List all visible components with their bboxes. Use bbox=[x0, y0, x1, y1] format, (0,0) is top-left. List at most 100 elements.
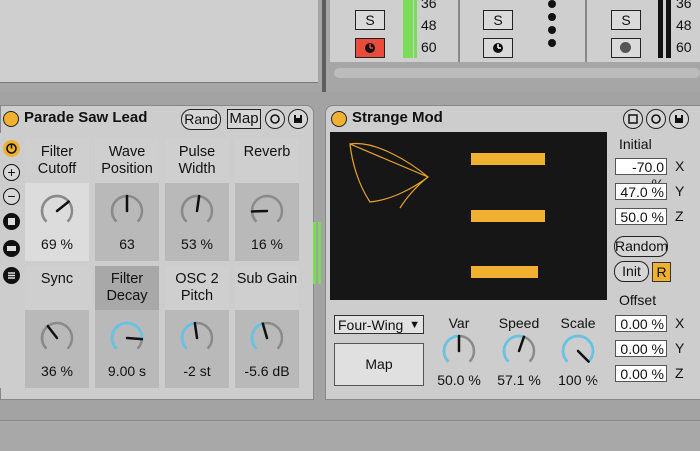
attractor-select-value: Four-Wing bbox=[338, 317, 403, 333]
macro-value: -2 st bbox=[165, 363, 229, 379]
initial-value-field[interactable]: -70.0 % bbox=[615, 158, 667, 175]
initial-label: Initial bbox=[619, 136, 652, 152]
macro-knob[interactable] bbox=[107, 191, 147, 231]
mod-knob-label: Var bbox=[437, 315, 481, 331]
macro-cell: OSC 2 Pitch -2 st bbox=[165, 266, 229, 388]
dot-meter bbox=[548, 0, 556, 52]
initial-value-field[interactable]: 47.0 % bbox=[615, 183, 667, 200]
rack-meter bbox=[313, 222, 316, 284]
stop-button[interactable] bbox=[611, 38, 641, 58]
meter-tick-label: 48 bbox=[421, 14, 437, 36]
solo-button[interactable]: S bbox=[611, 10, 641, 30]
record-arm-button[interactable] bbox=[355, 38, 385, 58]
device-list-button[interactable] bbox=[3, 267, 20, 284]
variations-button[interactable] bbox=[265, 109, 285, 129]
save-icon bbox=[670, 110, 688, 128]
mixer-scrollbar[interactable] bbox=[334, 68, 700, 78]
hotswap-button[interactable] bbox=[623, 109, 643, 129]
meter-tick-label: 60 bbox=[421, 36, 437, 58]
macro-value: 53 % bbox=[165, 236, 229, 252]
offset-value-field[interactable]: 0.00 % bbox=[615, 340, 667, 357]
macro-cell: Filter Cutoff69 % bbox=[25, 139, 89, 261]
macro-label: Wave Position bbox=[95, 139, 159, 183]
macro-cell: Filter Decay9.00 s bbox=[95, 266, 159, 388]
macro-label: OSC 2 Pitch bbox=[165, 266, 229, 310]
volume-meter-dark-2 bbox=[666, 0, 671, 58]
mod-map-button[interactable]: Map bbox=[334, 343, 424, 386]
rand-button[interactable]: Rand bbox=[181, 109, 221, 130]
remove-macro-button[interactable]: − bbox=[3, 188, 20, 205]
mixer-divider bbox=[322, 0, 326, 92]
mod-output-bar bbox=[471, 266, 538, 278]
volume-meter bbox=[403, 0, 413, 58]
mixer-left-panel bbox=[0, 0, 318, 83]
rack-power-button[interactable] bbox=[3, 111, 19, 127]
macro-label: Sync bbox=[25, 266, 89, 310]
axis-label: Z bbox=[675, 365, 684, 381]
bottom-bar bbox=[0, 420, 700, 451]
track-separator bbox=[585, 0, 587, 62]
map-button[interactable]: Map bbox=[227, 109, 261, 129]
mod-meter bbox=[595, 382, 597, 384]
save-preset-button[interactable] bbox=[288, 109, 308, 129]
macro-cell: Sync 36 % bbox=[25, 266, 89, 388]
mod-title: Strange Mod bbox=[352, 109, 443, 126]
meter-tick-label: 60 bbox=[676, 36, 692, 58]
mod-knob-value: 57.1 % bbox=[497, 372, 541, 388]
macro-knob[interactable] bbox=[107, 318, 147, 358]
mod-power-button[interactable] bbox=[331, 111, 347, 127]
mod-knob-label: Scale bbox=[556, 315, 600, 331]
save-icon bbox=[289, 110, 307, 128]
mod-cycle-button[interactable] bbox=[646, 109, 666, 129]
add-macro-button[interactable]: + bbox=[3, 164, 20, 181]
macro-knob[interactable] bbox=[177, 191, 217, 231]
clock-icon bbox=[364, 42, 376, 54]
clock-icon bbox=[492, 42, 504, 54]
mod-knob-value: 50.0 % bbox=[437, 372, 481, 388]
cycle-icon bbox=[647, 110, 665, 128]
volume-meter-2 bbox=[414, 0, 417, 58]
attractor-trace bbox=[330, 132, 607, 300]
mixer-right-panel bbox=[330, 0, 700, 62]
rack-title: Parade Saw Lead bbox=[24, 109, 147, 126]
macro-knob[interactable] bbox=[37, 318, 77, 358]
axis-label: Y bbox=[675, 340, 684, 356]
solo-button[interactable]: S bbox=[355, 10, 385, 30]
macro-knob[interactable] bbox=[247, 191, 287, 231]
initial-value-field[interactable]: 50.0 % bbox=[615, 208, 667, 225]
meter-scale: 36 48 60 bbox=[421, 0, 437, 58]
chain-icon bbox=[4, 241, 19, 256]
solo-button[interactable]: S bbox=[483, 10, 513, 30]
cycle-icon bbox=[266, 110, 284, 128]
show-macros-button[interactable] bbox=[3, 140, 20, 157]
mod-knob[interactable] bbox=[439, 331, 479, 371]
mod-knob-label: Speed bbox=[497, 315, 541, 331]
mod-knob[interactable] bbox=[558, 331, 598, 371]
random-button[interactable]: Random bbox=[614, 236, 668, 257]
attractor-display[interactable] bbox=[330, 132, 607, 300]
mod-knob-value: 100 % bbox=[556, 372, 600, 388]
axis-label: Y bbox=[675, 183, 684, 199]
macro-value: 36 % bbox=[25, 363, 89, 379]
meter-tick-label: 48 bbox=[676, 14, 692, 36]
retrigger-toggle[interactable]: R bbox=[652, 262, 671, 282]
macro-knob[interactable] bbox=[177, 318, 217, 358]
mod-output-bar bbox=[471, 153, 545, 165]
attractor-select[interactable]: Four-Wing ▼ bbox=[334, 315, 424, 334]
dice-icon bbox=[4, 214, 19, 229]
offset-value-field[interactable]: 0.00 % bbox=[615, 315, 667, 332]
mod-output-bar bbox=[471, 210, 545, 222]
offset-value-field[interactable]: 0.00 % bbox=[615, 365, 667, 382]
init-button[interactable]: Init bbox=[614, 261, 649, 282]
macro-knob[interactable] bbox=[247, 318, 287, 358]
randomize-button[interactable] bbox=[3, 213, 20, 230]
macro-cell: Pulse Width53 % bbox=[165, 139, 229, 261]
meter-scale: 36 48 60 bbox=[676, 0, 692, 58]
meter-tick-label: 36 bbox=[676, 0, 692, 14]
mod-knob[interactable] bbox=[499, 331, 539, 371]
mod-save-button[interactable] bbox=[669, 109, 689, 129]
volume-meter-dark bbox=[658, 0, 663, 58]
monitor-button[interactable] bbox=[483, 38, 513, 58]
chain-list-button[interactable] bbox=[3, 240, 20, 257]
macro-knob[interactable] bbox=[37, 191, 77, 231]
